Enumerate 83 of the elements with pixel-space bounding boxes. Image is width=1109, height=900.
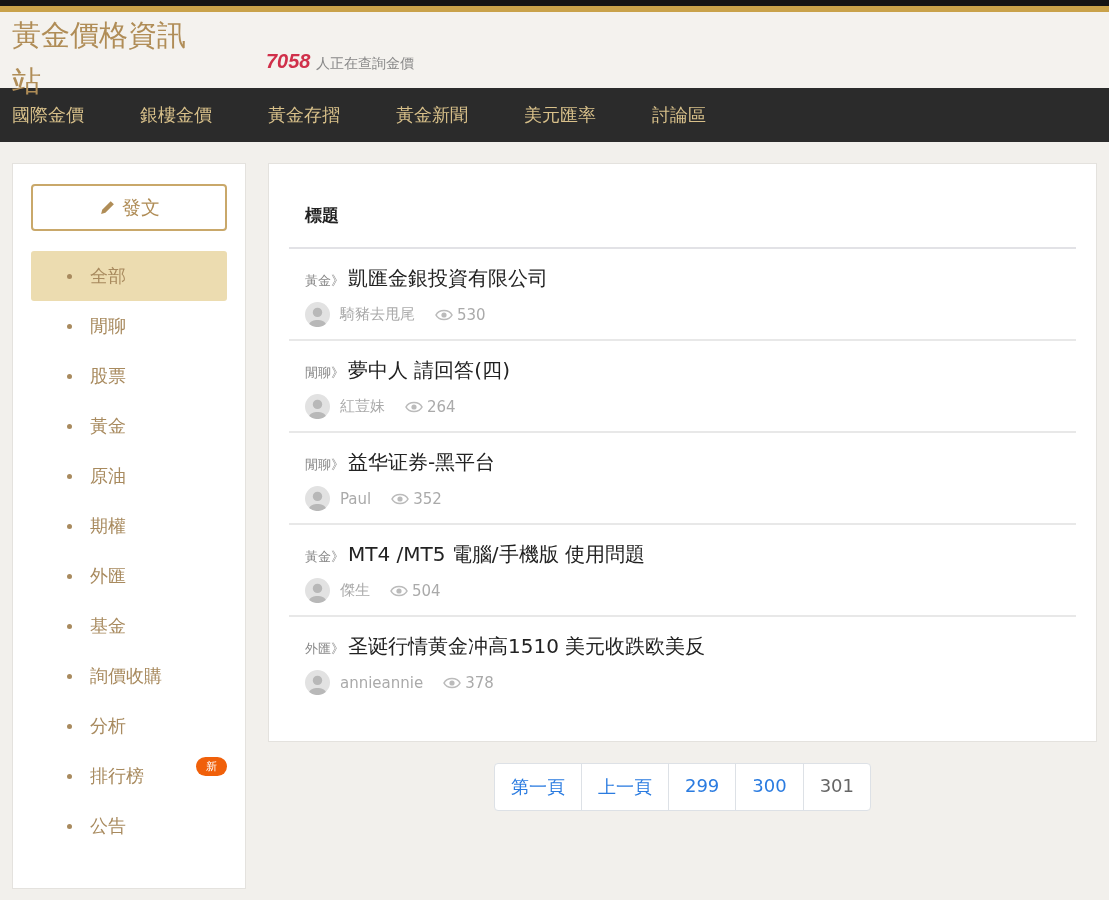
category-item[interactable]: 黃金 — [31, 401, 227, 451]
bullet-icon — [67, 673, 72, 679]
category-label: 原油 — [90, 464, 126, 488]
category-item[interactable]: 外匯 — [31, 551, 227, 601]
category-label: 全部 — [90, 264, 126, 288]
bullet-icon — [67, 473, 72, 479]
bullet-icon — [67, 323, 72, 329]
category-label: 詢價收購 — [90, 664, 162, 688]
bullet-icon — [67, 523, 72, 529]
category-label: 期權 — [90, 514, 126, 538]
avatar-icon — [305, 670, 330, 695]
online-text: 人正在查詢金價 — [315, 55, 414, 73]
category-label: 公告 — [90, 814, 126, 838]
eye-icon — [435, 308, 453, 321]
bullet-icon — [67, 423, 72, 429]
page-link[interactable]: 第一頁 — [494, 764, 581, 810]
category-item[interactable]: 詢價收購 — [31, 651, 227, 701]
pencil-icon — [98, 199, 116, 216]
author-name: 騎豬去甩尾 — [340, 305, 415, 324]
view-count: 378 — [465, 673, 494, 692]
bullet-icon — [67, 573, 72, 579]
category-item[interactable]: 全部 — [31, 251, 227, 301]
thread-title[interactable]: MT4 /MT5 電腦/手機版 使用問題 — [348, 541, 645, 568]
category-item[interactable]: 分析 — [31, 701, 227, 751]
view-count: 530 — [457, 305, 486, 324]
bullet-icon — [67, 273, 72, 279]
author-name: 紅荳妹 — [340, 397, 385, 416]
author-name: 傑生 — [340, 581, 370, 600]
author-name: Paul — [340, 489, 372, 508]
category-label: 分析 — [90, 714, 126, 738]
nav-link[interactable]: 銀樓金價 — [140, 103, 212, 127]
bullet-icon — [67, 773, 72, 779]
category-item[interactable]: 閒聊 — [31, 301, 227, 351]
eye-icon — [443, 676, 462, 689]
category-label: 黃金 — [90, 414, 126, 438]
avatar-icon — [305, 302, 330, 327]
nav-link[interactable]: 黃金存摺 — [268, 103, 340, 127]
category-tag: 黃金》 — [305, 272, 344, 290]
nav-link[interactable]: 黃金新聞 — [396, 103, 468, 127]
nav-link[interactable]: 討論區 — [652, 103, 706, 127]
post-button[interactable]: 發文 — [31, 184, 227, 231]
bullet-icon — [67, 373, 72, 379]
page-link[interactable]: 上一頁 — [580, 764, 668, 810]
eye-icon — [390, 584, 408, 597]
category-item[interactable]: 原油 — [31, 451, 227, 501]
page-link[interactable]: 300 — [735, 764, 803, 810]
thread-title[interactable]: 夢中人 請回答(四) — [348, 357, 510, 384]
thread-title[interactable]: 凱匯金銀投資有限公司 — [348, 265, 548, 292]
bullet-icon — [67, 723, 72, 729]
new-badge: 新 — [196, 757, 227, 776]
bullet-icon — [67, 623, 72, 629]
category-item[interactable]: 期權 — [31, 501, 227, 551]
eye-icon — [405, 400, 423, 413]
category-item[interactable]: 公告 — [31, 801, 227, 851]
category-label: 閒聊 — [90, 314, 126, 338]
bullet-icon — [67, 823, 72, 829]
eye-icon — [391, 492, 410, 505]
view-count: 504 — [412, 581, 441, 600]
thread-title[interactable]: 益华证券-黑平台 — [348, 449, 496, 476]
category-tag: 閒聊》 — [305, 456, 344, 474]
category-label: 股票 — [90, 364, 126, 388]
thread-title[interactable]: 圣诞行情黄金冲高1510 美元收跌欧美反 — [348, 633, 706, 660]
category-tag: 黃金》 — [305, 548, 344, 566]
column-heading: 標題 — [289, 184, 1076, 249]
category-label: 外匯 — [90, 564, 126, 588]
category-item[interactable]: 排行榜 新 — [31, 751, 227, 801]
author-name: annieannie — [340, 673, 424, 692]
online-count: 7058 — [266, 50, 311, 73]
view-count: 352 — [413, 489, 442, 508]
page-link[interactable]: 301 — [802, 764, 871, 810]
category-tag: 閒聊》 — [305, 364, 344, 382]
page-link[interactable]: 299 — [667, 764, 736, 810]
avatar-icon — [305, 486, 330, 511]
category-item[interactable]: 基金 — [31, 601, 227, 651]
nav-link[interactable]: 美元匯率 — [524, 103, 596, 127]
avatar-icon — [305, 394, 330, 419]
category-label: 排行榜 — [90, 764, 144, 788]
avatar-icon — [305, 578, 330, 603]
nav-link[interactable]: 國際金價 — [12, 103, 84, 127]
category-item[interactable]: 股票 — [31, 351, 227, 401]
category-tag: 外匯》 — [305, 640, 344, 658]
category-label: 基金 — [90, 614, 126, 638]
view-count: 264 — [427, 397, 456, 416]
